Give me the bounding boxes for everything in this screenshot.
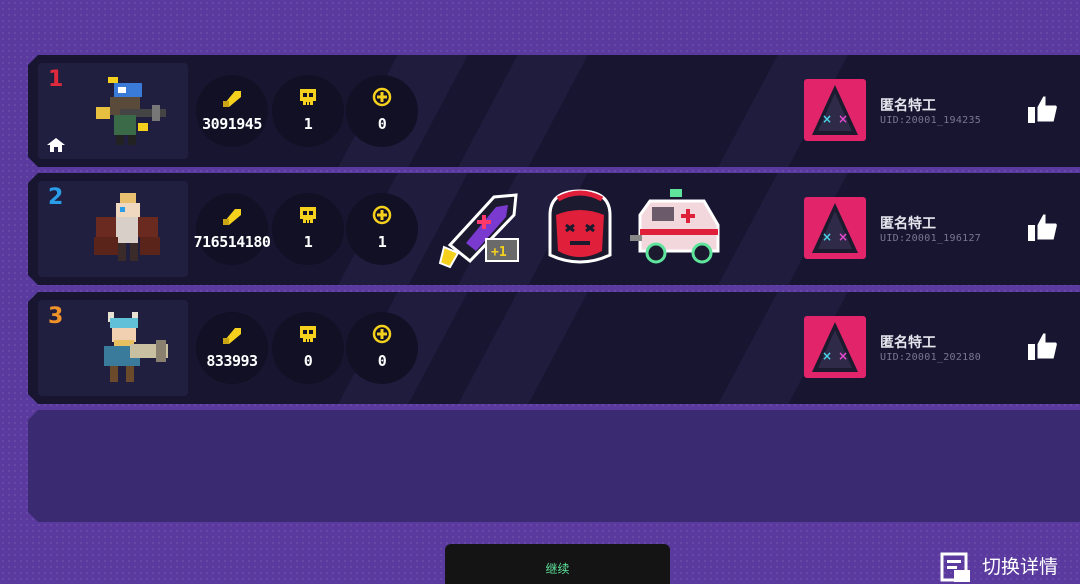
- coins-value: 3091945: [202, 115, 262, 133]
- details-document-icon: [940, 552, 970, 582]
- revives-value: 0: [377, 115, 387, 133]
- revives-stat: 1: [346, 193, 418, 265]
- svg-text:×: ×: [822, 112, 832, 126]
- thumbs-up-icon[interactable]: [1026, 330, 1060, 362]
- player-row-3: 3 833993 0 0 × × 匿名特工 UID:20001_202180: [28, 292, 1080, 404]
- character-portrait: 2: [38, 181, 188, 277]
- skull-icon: [298, 324, 318, 344]
- buff-list: +1: [436, 185, 736, 277]
- kills-stat: 0: [272, 312, 344, 384]
- revives-stat: 0: [346, 75, 418, 147]
- coins-stat: 3091945: [196, 75, 268, 147]
- revives-value: 1: [377, 233, 387, 251]
- svg-text:×: ×: [838, 349, 848, 363]
- coins-stat: 716514180: [196, 193, 268, 265]
- player-row-2: 2 716514180 1 1 +1 × × 匿名特工 UID:20001_19…: [28, 173, 1080, 285]
- player-uid: UID:20001_194235: [880, 115, 982, 126]
- plus-circle-icon: [372, 87, 392, 107]
- caped-gunner-icon: [90, 191, 170, 267]
- svg-text:×: ×: [838, 112, 848, 126]
- bullet-icon: [221, 87, 243, 107]
- continue-button[interactable]: 继续: [445, 544, 670, 584]
- empty-player-slot: [28, 410, 1080, 522]
- thumbs-up-icon[interactable]: [1026, 211, 1060, 243]
- viking-with-cannon-icon: [90, 310, 170, 386]
- ambulance-icon[interactable]: [630, 185, 726, 271]
- home-icon: [46, 137, 66, 153]
- skull-icon: [298, 87, 318, 107]
- bullet-icon: [221, 324, 243, 344]
- player-uid: UID:20001_196127: [880, 233, 982, 244]
- hooded-agent-icon: × ×: [804, 316, 866, 378]
- rocket-plus-one-icon[interactable]: +1: [436, 185, 526, 271]
- bullet-icon: [221, 205, 243, 225]
- coins-value: 716514180: [193, 233, 271, 251]
- continue-label: 继续: [545, 562, 570, 576]
- svg-text:×: ×: [822, 230, 832, 244]
- player-row-1: 1 3091945 1 0 × × 匿名特工 UID:20001_194235: [28, 55, 1080, 167]
- kills-value: 0: [303, 352, 313, 370]
- hooded-agent-icon: × ×: [804, 197, 866, 259]
- character-portrait: 1: [38, 63, 188, 159]
- plus-circle-icon: [372, 324, 392, 344]
- player-uid: UID:20001_202180: [880, 352, 982, 363]
- red-demon-head-icon[interactable]: [540, 185, 620, 271]
- character-portrait: 3: [38, 300, 188, 396]
- skull-icon: [298, 205, 318, 225]
- rank-number: 3: [48, 304, 64, 329]
- switch-details-label: 切换详情: [982, 556, 1059, 578]
- thumbs-up-icon[interactable]: [1026, 93, 1060, 125]
- player-name: 匿名特工: [880, 98, 936, 114]
- kills-stat: 1: [272, 193, 344, 265]
- avatar[interactable]: × ×: [804, 316, 866, 378]
- plus-circle-icon: [372, 205, 392, 225]
- coins-stat: 833993: [196, 312, 268, 384]
- revives-value: 0: [377, 352, 387, 370]
- revives-stat: 0: [346, 312, 418, 384]
- rank-number: 1: [48, 67, 64, 92]
- rank-number: 2: [48, 185, 64, 210]
- knight-with-gun-icon: [90, 73, 170, 149]
- avatar[interactable]: × ×: [804, 197, 866, 259]
- kills-value: 1: [303, 115, 313, 133]
- svg-text:×: ×: [838, 230, 848, 244]
- player-name: 匿名特工: [880, 216, 936, 232]
- player-name: 匿名特工: [880, 335, 936, 351]
- hooded-agent-icon: × ×: [804, 79, 866, 141]
- coins-value: 833993: [206, 352, 258, 370]
- kills-value: 1: [303, 233, 313, 251]
- svg-text:×: ×: [822, 349, 832, 363]
- svg-text:+1: +1: [491, 245, 507, 260]
- kills-stat: 1: [272, 75, 344, 147]
- avatar[interactable]: × ×: [804, 79, 866, 141]
